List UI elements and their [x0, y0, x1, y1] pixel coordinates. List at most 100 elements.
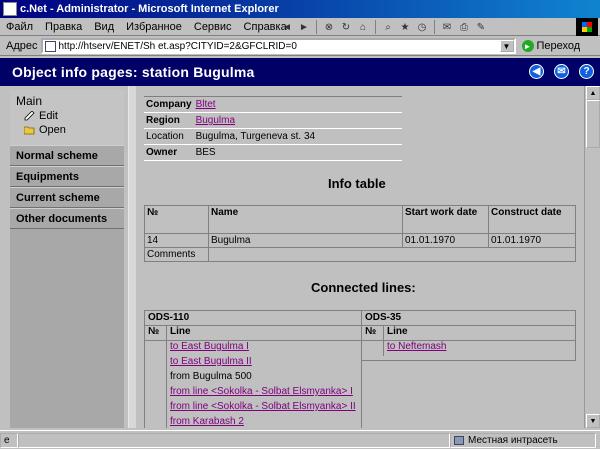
windows-logo [576, 18, 598, 36]
help-icon[interactable]: ? [579, 64, 594, 79]
company-key: Company [144, 96, 194, 113]
page-title: Object info pages: station Bugulma [12, 64, 255, 80]
company-link[interactable]: Bltet [196, 99, 216, 110]
col-line: Line [387, 326, 408, 337]
folder-open-icon [24, 126, 35, 135]
forward-icon[interactable]: ► [297, 20, 311, 34]
go-arrow-icon: ► [521, 40, 534, 52]
col-start-date: Start work date [402, 205, 489, 234]
history-icon[interactable]: ◷ [415, 20, 429, 34]
vertical-scrollbar[interactable]: ▲ ▼ [584, 86, 600, 428]
line-link[interactable]: to East Bugulma II [167, 356, 361, 371]
list-item: from line <Sokolka - Solbat Elsmyanka> I… [145, 401, 361, 416]
ie-app-icon [3, 2, 17, 16]
col-name: Name [208, 205, 403, 234]
menu-file[interactable]: Файл [0, 21, 39, 33]
toolbar-separator [434, 20, 435, 34]
toolbar-separator [375, 20, 376, 34]
sidebar-item-open[interactable]: Open [16, 124, 118, 136]
address-bar: Адрес http://htserv/ENET/Sh et.asp?CITYI… [0, 37, 600, 56]
line-text: from Bugulma 500 [170, 371, 252, 382]
owner-value: BES [193, 144, 402, 161]
connected-lines: ODS-110 № Line to East Bugulma I to East… [144, 310, 576, 428]
group-title: ODS-35 [362, 311, 575, 326]
cell-name: Bugulma [208, 233, 403, 248]
cell-start-date: 01.01.1970 [402, 233, 489, 248]
sidebar-item-current-scheme[interactable]: Current scheme [10, 187, 124, 208]
region-key: Region [144, 112, 194, 129]
group-ods-35: ODS-35 № Line to Neftemash [362, 310, 576, 361]
browser-window: c.Net - Administrator - Microsoft Intern… [0, 0, 600, 449]
zone-indicator: Местная интрасеть [450, 432, 596, 448]
favorites-icon[interactable]: ★ [398, 20, 412, 34]
scroll-up-icon[interactable]: ▲ [586, 86, 600, 100]
line-link[interactable]: to East Bugulma I [167, 341, 361, 356]
status-bar: e Местная интрасеть [0, 430, 600, 449]
owner-key: Owner [144, 144, 194, 161]
table-row: 14 Bugulma 01.01.1970 01.01.1970 [144, 233, 576, 248]
group-title: ODS-110 [145, 311, 361, 326]
table-row: Region Bugulma [144, 112, 402, 129]
company-value: Bltet [193, 96, 402, 113]
status-message [18, 432, 450, 448]
frame-divider[interactable] [128, 86, 136, 428]
sidebar-item-other-documents[interactable]: Other documents [10, 208, 124, 229]
back-icon[interactable]: ◄ [280, 20, 294, 34]
list-item: to Neftemash [362, 341, 575, 356]
table-header-row: № Name Start work date Construct date [144, 205, 576, 234]
line-link[interactable]: from Karabash 2 [167, 416, 361, 428]
chevron-down-icon[interactable]: ▼ [499, 40, 514, 52]
scroll-down-icon[interactable]: ▼ [586, 414, 600, 428]
edit-pencil-icon [24, 111, 35, 121]
line-link[interactable]: from line <Sokolka - Solbat Elsmyanka> I… [167, 401, 361, 416]
list-item: from line <Sokolka - Solbat Elsmyanka> I [145, 386, 361, 401]
col-line: Line [170, 326, 191, 337]
back-circle-icon[interactable]: ◀ [529, 64, 544, 79]
stop-icon[interactable]: ⊗ [322, 20, 336, 34]
toolbar-separator [316, 20, 317, 34]
home-icon[interactable]: ⌂ [356, 20, 370, 34]
info-table-heading: Info table [328, 176, 386, 191]
address-input[interactable]: http://htserv/ENET/Sh et.asp?CITYID=2&GF… [40, 38, 516, 54]
sidebar: Main Edit Open Normal scheme Equipments … [10, 90, 124, 428]
toolbar: ◄ ► ⊗ ↻ ⌂ ⌕ ★ ◷ ✉ ⎙ ✎ [280, 19, 488, 35]
mail-circle-icon[interactable]: ✉ [554, 64, 569, 79]
sidebar-main-label[interactable]: Main [16, 94, 118, 108]
refresh-icon[interactable]: ↻ [339, 20, 353, 34]
list-item: from Karabash 2 [145, 416, 361, 428]
content-frame: Company Bltet Region Bugulma Location Bu… [136, 90, 588, 428]
table-row: Comments [144, 247, 576, 262]
location-key: Location [144, 128, 194, 145]
search-icon[interactable]: ⌕ [381, 20, 395, 34]
line-link[interactable]: from line <Sokolka - Solbat Elsmyanka> I [167, 386, 361, 401]
print-icon[interactable]: ⎙ [457, 20, 471, 34]
group-header-row: № Line [362, 326, 575, 341]
zone-label: Местная интрасеть [468, 434, 558, 446]
sidebar-edit-label: Edit [39, 110, 58, 122]
go-button[interactable]: ► Переход [521, 40, 580, 52]
title-bar: c.Net - Administrator - Microsoft Intern… [0, 0, 600, 18]
comments-value [208, 247, 576, 262]
region-link[interactable]: Bugulma [196, 115, 235, 126]
menu-view[interactable]: Вид [88, 21, 120, 33]
address-label: Адрес [6, 40, 38, 52]
scroll-thumb[interactable] [586, 100, 600, 148]
col-number: № [144, 205, 209, 234]
sidebar-item-normal-scheme[interactable]: Normal scheme [10, 145, 124, 166]
cell-number: 14 [144, 233, 209, 248]
menu-edit[interactable]: Правка [39, 21, 88, 33]
col-number: № [145, 326, 167, 340]
menu-tools[interactable]: Сервис [188, 21, 238, 33]
menu-favorites[interactable]: Избранное [120, 21, 188, 33]
list-item: to East Bugulma I [145, 341, 361, 356]
edit-icon[interactable]: ✎ [474, 20, 488, 34]
sidebar-item-edit[interactable]: Edit [16, 110, 118, 122]
mail-icon[interactable]: ✉ [440, 20, 454, 34]
list-item: to East Bugulma II [145, 356, 361, 371]
table-row: Owner BES [144, 144, 402, 161]
cell-construct-date: 01.01.1970 [488, 233, 576, 248]
comments-label: Comments [144, 247, 209, 262]
sidebar-item-equipments[interactable]: Equipments [10, 166, 124, 187]
table-row: Location Bugulma, Turgeneva st. 34 [144, 128, 402, 145]
line-link[interactable]: to Neftemash [384, 341, 575, 356]
